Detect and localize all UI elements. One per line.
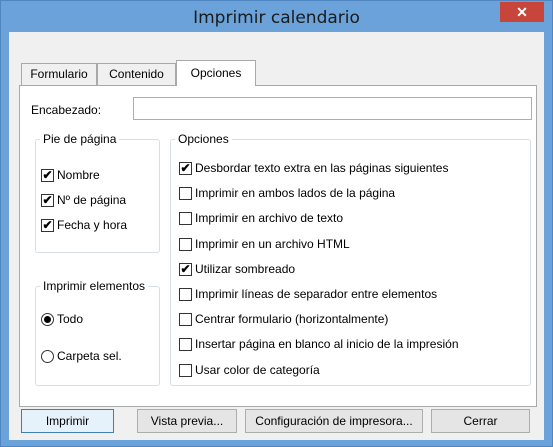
print-button[interactable]: Imprimir bbox=[21, 409, 114, 433]
radio-button[interactable] bbox=[41, 313, 54, 326]
checkbox[interactable]: ✔ bbox=[41, 194, 54, 207]
radio-label: Todo bbox=[57, 312, 84, 326]
checkbox[interactable] bbox=[179, 237, 192, 251]
options-legend: Opciones bbox=[175, 132, 232, 146]
checkbox[interactable]: ✔ bbox=[41, 219, 54, 232]
tab-formulario[interactable]: Formulario bbox=[21, 63, 97, 85]
checkbox-label: Imprimir en un archivo HTML bbox=[195, 236, 350, 251]
checkbox-label: Imprimir líneas de separador entre eleme… bbox=[195, 287, 438, 301]
print-items-group: Imprimir elementos bbox=[35, 279, 160, 386]
tab-contenido[interactable]: Contenido bbox=[97, 63, 176, 85]
footer-legend: Pie de página bbox=[40, 132, 120, 146]
print-items-legend: Imprimir elementos bbox=[40, 279, 149, 293]
header-input[interactable] bbox=[133, 97, 532, 120]
preview-button[interactable]: Vista previa... bbox=[137, 409, 237, 433]
header-label: Encabezado: bbox=[31, 103, 102, 117]
checkbox[interactable] bbox=[179, 313, 192, 327]
printer-setup-button[interactable]: Configuración de impresora... bbox=[245, 409, 423, 433]
checkbox-label: Utilizar sombreado bbox=[195, 261, 296, 276]
checkbox-label: Nombre bbox=[57, 168, 100, 182]
checkbox-label: Imprimir en archivo de texto bbox=[195, 211, 344, 226]
checkbox[interactable]: ✔ bbox=[179, 262, 192, 276]
checkbox-label: Imprimir en ambos lados de la página bbox=[195, 186, 396, 201]
tab-opciones[interactable]: Opciones bbox=[176, 60, 256, 86]
print-calendar-dialog: Imprimir calendario ✕ Formulario Conteni… bbox=[0, 0, 553, 447]
checkbox[interactable] bbox=[179, 363, 192, 377]
checkbox-label: Desbordar texto extra en las páginas sig… bbox=[195, 161, 449, 175]
checkbox[interactable] bbox=[179, 212, 192, 226]
checkbox[interactable] bbox=[179, 187, 192, 201]
checkbox[interactable]: ✔ bbox=[179, 162, 192, 175]
title-bar[interactable]: Imprimir calendario ✕ bbox=[1, 1, 552, 33]
window-title: Imprimir calendario bbox=[193, 8, 360, 28]
checkbox[interactable]: ✔ bbox=[41, 169, 54, 182]
radio-dot bbox=[44, 316, 51, 323]
close-button[interactable]: Cerrar bbox=[431, 409, 530, 433]
checkbox[interactable] bbox=[179, 338, 192, 352]
checkbox-label: Fecha y hora bbox=[57, 218, 128, 232]
checkbox-label: Usar color de categoría bbox=[195, 362, 320, 377]
radio-label: Carpeta sel. bbox=[57, 349, 122, 363]
checkbox-label: Centrar formulario (horizontalmente) bbox=[195, 312, 389, 327]
checkbox[interactable] bbox=[179, 288, 192, 301]
checkbox-label: Nº de página bbox=[57, 193, 127, 207]
radio-button[interactable] bbox=[41, 350, 54, 363]
checkbox-label: Insertar página en blanco al inicio de l… bbox=[195, 337, 459, 352]
dialog-body: Formulario Contenido Opciones Encabezado… bbox=[9, 32, 544, 440]
tab-panel-opciones: Encabezado: Pie de página ✔ Nombre ✔ Nº de … bbox=[19, 85, 537, 407]
close-icon[interactable]: ✕ bbox=[500, 2, 544, 22]
